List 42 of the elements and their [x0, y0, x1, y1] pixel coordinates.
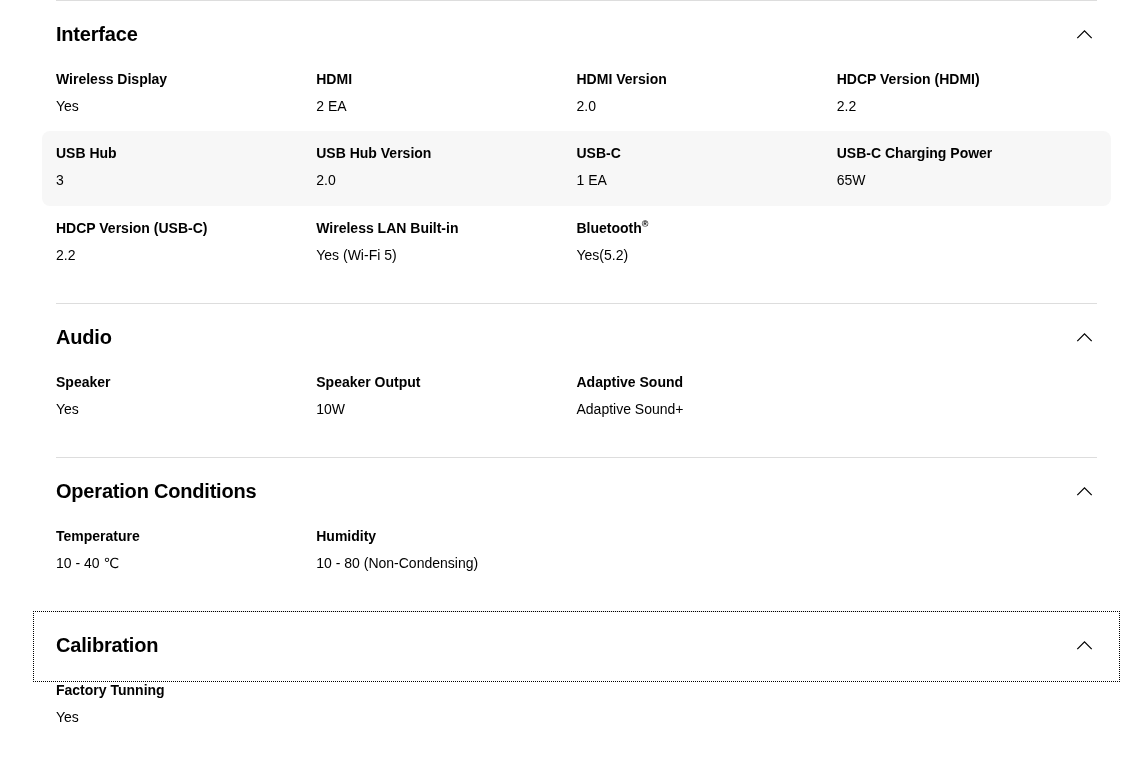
section-header[interactable]: Operation Conditions — [56, 458, 1097, 514]
chevron-up-icon — [1076, 486, 1093, 496]
spec-label: HDCP Version (USB-C) — [56, 219, 209, 238]
spec-value: 2.0 — [576, 97, 597, 116]
section-header[interactable]: Audio — [56, 304, 1097, 360]
spec-value: 65W — [836, 171, 867, 190]
spec-label: Wireless Display — [56, 70, 169, 89]
spec-label: Adaptive Sound — [576, 373, 685, 392]
spec-value: Yes(5.2) — [576, 246, 630, 265]
spec-value: 2 EA — [316, 97, 348, 116]
spec-value: 2.2 — [56, 246, 77, 265]
spec-value: 2.2 — [836, 97, 858, 116]
spec-value: Adaptive Sound+ — [576, 400, 685, 419]
spec-label: Factory Tunning — [56, 681, 166, 700]
spec-label: USB-C — [576, 144, 622, 163]
spec-value: Yes — [56, 97, 80, 116]
spec-value: 10 - 40 ℃ — [56, 554, 121, 573]
spec-label: HDMI — [316, 70, 354, 89]
spec-label: Speaker — [56, 373, 112, 392]
spec-value: 2.0 — [316, 171, 337, 190]
spec-value: 3 — [56, 171, 65, 190]
spec-label: Temperature — [56, 527, 141, 546]
spec-label: HDCP Version (HDMI) — [836, 70, 981, 89]
spec-value: 1 EA — [576, 171, 608, 190]
spec-label: USB-C Charging Power — [836, 144, 994, 163]
spec-label: USB Hub — [56, 144, 118, 163]
spec-label: Speaker Output — [316, 373, 422, 392]
spec-label: Wireless LAN Built-in — [316, 219, 460, 238]
section-header[interactable]: Calibration — [34, 612, 1119, 681]
chevron-up-icon — [1076, 29, 1093, 39]
spec-value: 10W — [316, 400, 347, 419]
chevron-up-icon — [1076, 640, 1093, 650]
spec-label: Bluetooth$^{®}$ — [576, 218, 650, 238]
spec-label: USB Hub Version — [316, 144, 433, 163]
spec-value: Yes (Wi-Fi 5) — [316, 246, 398, 265]
spec-value: Yes — [56, 708, 80, 727]
chevron-up-icon — [1076, 332, 1093, 342]
spec-value: Yes — [56, 400, 80, 419]
spec-value: 10 - 80 (Non-Condensing) — [316, 554, 480, 573]
spec-label: HDMI Version — [576, 70, 668, 89]
spec-label: Humidity — [316, 527, 378, 546]
section-header[interactable]: Interface — [56, 1, 1097, 57]
